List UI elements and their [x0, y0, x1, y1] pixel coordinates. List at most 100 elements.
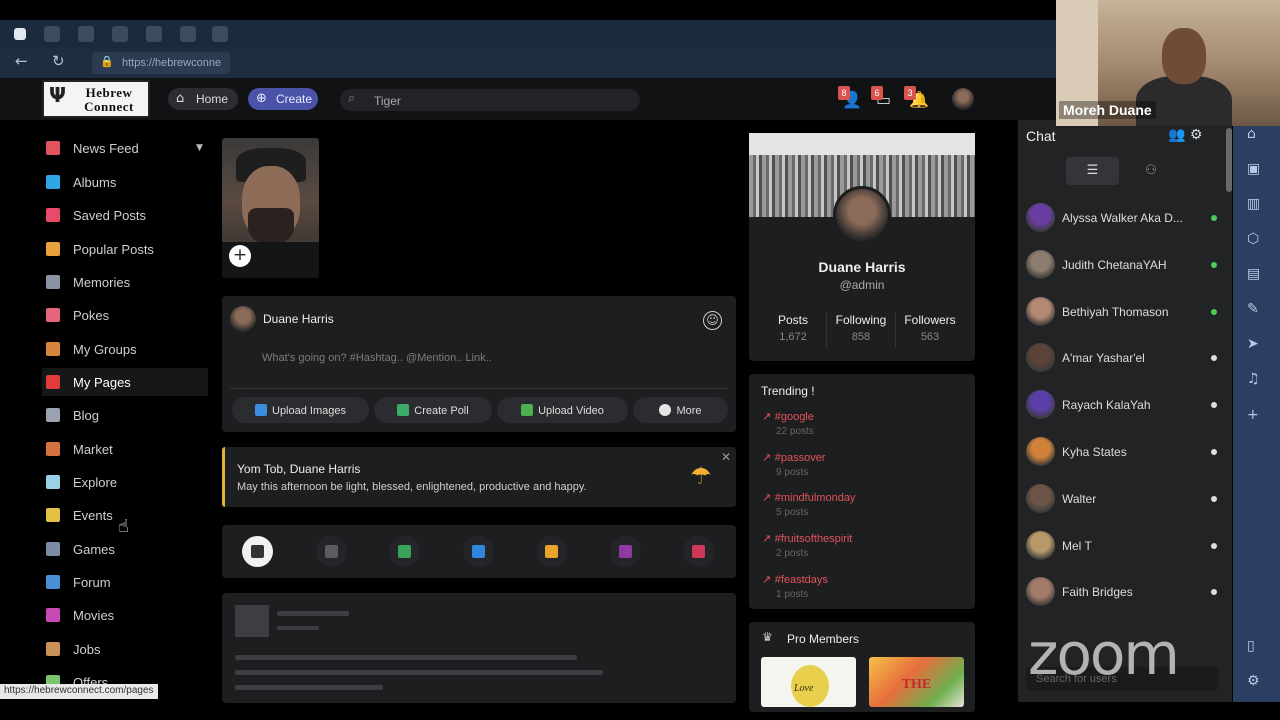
sidebar-item-jobs[interactable]: Jobs [42, 635, 208, 663]
sidebar-item-blog[interactable]: Blog [42, 401, 208, 429]
box-icon[interactable]: ⬡ [1247, 231, 1259, 247]
sidebar-item-saved-posts[interactable]: Saved Posts [42, 201, 208, 229]
pro-member-card[interactable]: Love [761, 657, 856, 707]
sidebar-item-pokes[interactable]: Pokes [42, 301, 208, 329]
sidebar-item-popular-posts[interactable]: Popular Posts [42, 235, 208, 263]
browser-tab[interactable] [180, 26, 196, 42]
close-icon[interactable]: ✕ [721, 450, 731, 464]
browser-tab[interactable] [146, 26, 162, 42]
more-button[interactable]: More [633, 397, 728, 423]
sidebar-item-memories[interactable]: Memories [42, 268, 208, 296]
zoom-watermark: zoom [1028, 620, 1180, 688]
user-avatar[interactable] [952, 88, 974, 110]
fire-icon [46, 242, 60, 256]
chat-tab-groups[interactable]: ⚇ [1130, 157, 1172, 185]
offline-status-dot [1211, 542, 1217, 549]
post-text-input[interactable]: What's going on? #Hashtag.. @Mention.. L… [262, 352, 492, 364]
address-bar[interactable]: 🔒 https://hebrewconne [92, 52, 230, 74]
create-poll-button[interactable]: Create Poll [374, 397, 492, 423]
sidebar-item-label: Blog [73, 408, 100, 423]
home-button[interactable]: ⌂ Home [168, 88, 238, 110]
plus-icon[interactable]: + [1247, 407, 1259, 423]
upload-images-button[interactable]: Upload Images [232, 397, 369, 423]
sidebar-item-albums[interactable]: Albums [42, 168, 208, 196]
create-button[interactable]: ⊕ Create [248, 88, 318, 110]
sidebar-item-games[interactable]: Games [42, 535, 208, 563]
panel-icon[interactable]: ▯ [1247, 638, 1255, 654]
trending-tag[interactable]: ↗ #mindfulmonday [762, 491, 855, 504]
chat-user-row[interactable]: Bethiyah Thomason [1026, 295, 1221, 331]
site-logo[interactable]: Ψ Hebrew Connect [42, 80, 150, 118]
reload-icon[interactable]: ↻ [52, 52, 65, 70]
music-filter[interactable] [536, 536, 567, 567]
chat-user-avatar [1026, 437, 1055, 466]
add-photo-button[interactable]: + [229, 245, 251, 267]
briefcase-icon[interactable]: ▣ [1247, 161, 1260, 177]
files-filter[interactable] [610, 536, 641, 567]
chat-user-row[interactable]: Rayach KalaYah [1026, 388, 1221, 424]
menorah-icon: Ψ [49, 83, 67, 107]
chat-user-avatar [1026, 530, 1055, 560]
trending-tag[interactable]: ↗ #google [762, 410, 814, 423]
group-icon[interactable]: 👥 [1168, 127, 1185, 143]
trending-tag[interactable]: ↗ #feastdays [762, 573, 828, 586]
send-icon[interactable]: ➤ [1247, 336, 1259, 352]
chat-tab-users[interactable]: ☰ [1066, 157, 1119, 185]
sidebar-item-label: Games [73, 542, 115, 557]
scrollbar[interactable] [1226, 128, 1232, 192]
back-icon[interactable]: ← [15, 52, 28, 70]
sidebar-item-news-feed[interactable]: News Feed [42, 134, 208, 162]
chat-user-row[interactable]: Faith Bridges [1026, 575, 1221, 611]
trending-tag-count: 5 posts [776, 507, 809, 519]
chat-user-row[interactable]: A'mar Yashar'el [1026, 341, 1221, 377]
composer-user-name: Duane Harris [263, 312, 334, 326]
browser-tab[interactable] [44, 26, 60, 42]
edit-icon[interactable]: ✎ [1247, 301, 1259, 317]
trending-tag[interactable]: ↗ #fruitsofthespirit [762, 532, 852, 545]
chat-user-row[interactable]: Mel T [1026, 529, 1221, 565]
browser-tab[interactable] [112, 26, 128, 42]
browser-tab[interactable] [78, 26, 94, 42]
sidebar-item-market[interactable]: Market [42, 435, 208, 463]
tab-overview-icon[interactable] [14, 28, 26, 40]
sidebar-item-explore[interactable]: Explore [42, 468, 208, 496]
stat-following-value: 858 [851, 331, 871, 343]
videos-filter[interactable] [463, 536, 494, 567]
maps-filter[interactable] [683, 536, 714, 567]
sidebar-item-forum[interactable]: Forum [42, 568, 208, 596]
groups-icon [46, 342, 60, 356]
notification-bell-icon[interactable]: ♫ [1247, 371, 1260, 387]
building-icon[interactable]: ▥ [1247, 196, 1260, 212]
pro-member-card[interactable]: THE [869, 657, 964, 707]
emoji-icon[interactable]: ☺ [703, 311, 722, 330]
stat-posts-value: 1,672 [779, 331, 807, 343]
sidebar-item-my-pages[interactable]: My Pages [42, 368, 208, 396]
chat-user-avatar [1026, 203, 1055, 232]
upload-video-button[interactable]: Upload Video [497, 397, 628, 423]
caret-down-icon[interactable]: ▼ [196, 143, 203, 153]
trending-tag[interactable]: ↗ #passover [762, 451, 825, 464]
chat-user-row[interactable]: Walter [1026, 482, 1221, 518]
bookmark-icon [46, 208, 60, 222]
browser-tab[interactable] [212, 26, 228, 42]
online-status-dot [1211, 215, 1217, 221]
text-posts-filter[interactable] [316, 536, 347, 567]
settings-gear-icon[interactable]: ⚙ [1190, 127, 1203, 143]
tag-icon[interactable]: ⌂ [1247, 126, 1256, 142]
all-posts-filter[interactable] [242, 536, 273, 567]
profile-name[interactable]: Duane Harris [749, 259, 975, 275]
stat-posts-label[interactable]: Posts [758, 313, 828, 327]
stat-followers-label[interactable]: Followers [895, 313, 965, 327]
sidebar-item-movies[interactable]: Movies [42, 601, 208, 629]
sidebar-item-label: Pokes [73, 308, 110, 323]
stat-following-label[interactable]: Following [826, 313, 896, 327]
sidebar-item-my-groups[interactable]: My Groups [42, 335, 208, 363]
photos-filter[interactable] [389, 536, 420, 567]
profile-card-avatar[interactable] [833, 186, 891, 244]
settings-gear-icon[interactable]: ⚙ [1247, 673, 1260, 689]
photo-icon[interactable]: ▤ [1247, 266, 1260, 282]
search-input[interactable]: ⌕ Tiger [340, 89, 640, 111]
chat-user-row[interactable]: Judith ChetanaYAH [1026, 248, 1221, 284]
chat-user-row[interactable]: Alyssa Walker Aka D... [1026, 201, 1221, 237]
chat-user-row[interactable]: Kyha States [1026, 435, 1221, 471]
